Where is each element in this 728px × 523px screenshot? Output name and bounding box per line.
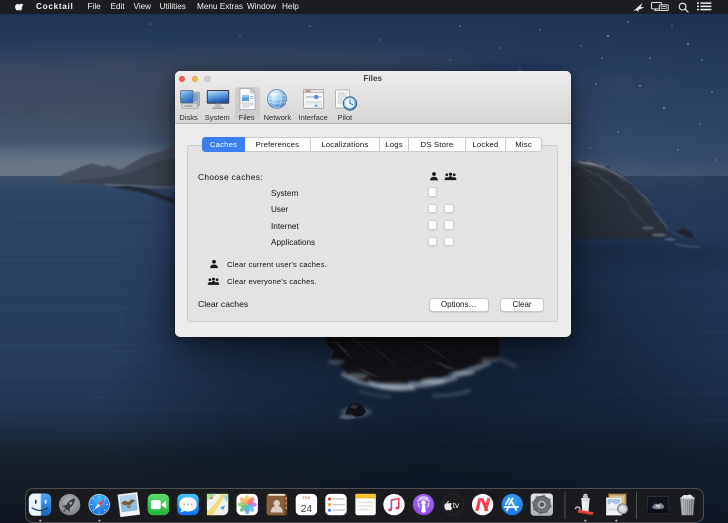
svg-text:24: 24 xyxy=(300,504,312,515)
svg-text:tv: tv xyxy=(452,500,459,510)
svg-text:FEB: FEB xyxy=(302,495,310,500)
